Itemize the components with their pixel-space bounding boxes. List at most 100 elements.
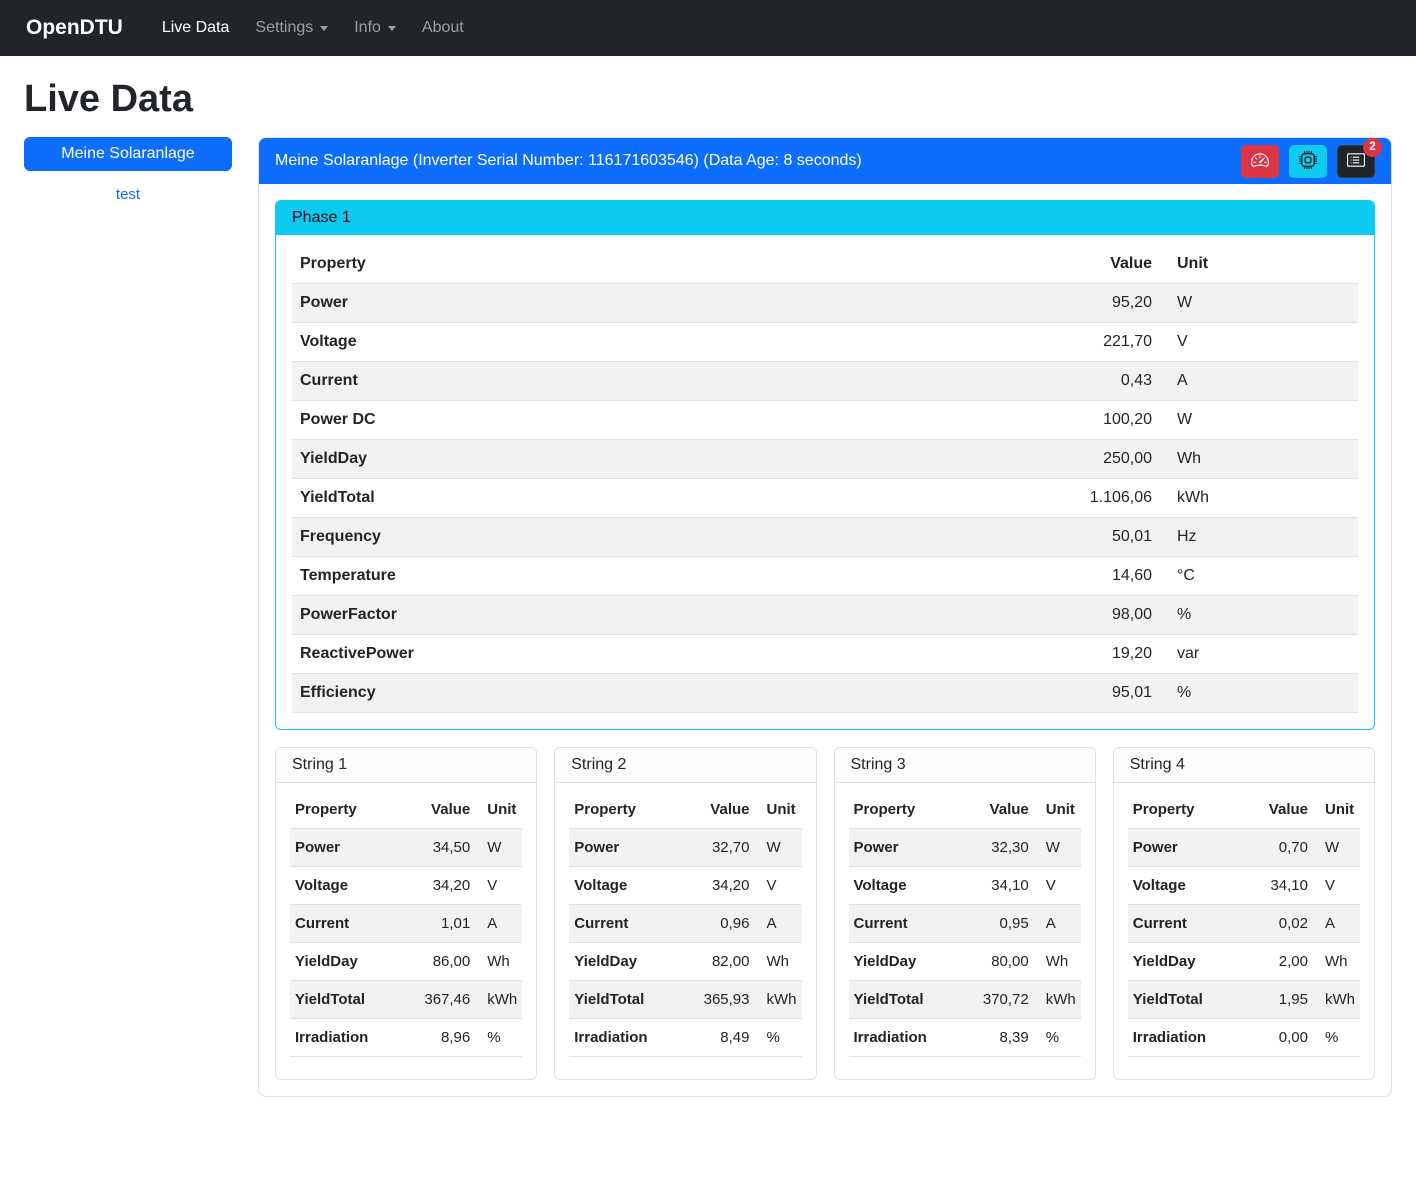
nav-item-label: About [422, 19, 464, 37]
inverter-actions: 2 [1241, 145, 1375, 178]
column-header-value: Value [1020, 245, 1160, 284]
value-cell: 100,20 [1020, 401, 1160, 440]
unit-cell: A [1313, 905, 1360, 943]
speedometer-icon [1251, 151, 1269, 172]
value-cell: 50,01 [1020, 518, 1160, 557]
table-row: Power34,50W [290, 829, 522, 867]
value-cell: 32,30 [972, 829, 1034, 867]
unit-cell: V [1313, 867, 1360, 905]
top-navbar: OpenDTU Live Data Settings Info About [0, 0, 1416, 56]
table-row: YieldDay2,00Wh [1128, 943, 1360, 981]
string-card-title: String 3 [835, 748, 1095, 783]
phase-table: Property Value Unit Power95,20WVoltage22… [292, 245, 1358, 713]
unit-cell: V [475, 867, 522, 905]
unit-cell: °C [1160, 557, 1358, 596]
limit-settings-button[interactable] [1241, 145, 1279, 178]
property-cell: YieldDay [292, 440, 1020, 479]
unit-cell: Hz [1160, 518, 1358, 557]
main-area: Meine Solaranlage (Inverter Serial Numbe… [258, 137, 1392, 1111]
string-card-title: String 2 [555, 748, 815, 783]
table-row: Current0,02A [1128, 905, 1360, 943]
unit-cell: W [1313, 829, 1360, 867]
unit-cell: Wh [1313, 943, 1360, 981]
event-count-badge: 2 [1363, 138, 1382, 157]
unit-cell: V [1160, 323, 1358, 362]
unit-cell: W [755, 829, 802, 867]
string-card-4: String 4 Property Value Unit [1113, 747, 1375, 1080]
value-cell: 365,93 [693, 981, 755, 1019]
table-row: YieldDay82,00Wh [569, 943, 801, 981]
value-cell: 8,39 [972, 1019, 1034, 1057]
nav-item-label: Live Data [162, 19, 230, 37]
value-cell: 250,00 [1020, 440, 1160, 479]
table-row: Irradiation8,49% [569, 1019, 801, 1057]
unit-cell: % [1160, 596, 1358, 635]
value-cell: 0,00 [1251, 1019, 1313, 1057]
inverter-panel-header: Meine Solaranlage (Inverter Serial Numbe… [259, 138, 1391, 184]
property-cell: Power [1128, 829, 1251, 867]
inverter-panel-body: Phase 1 Property Value Unit [259, 184, 1391, 1096]
table-header-row: Property Value Unit [849, 791, 1081, 829]
table-row: YieldTotal1.106,06kWh [292, 479, 1358, 518]
nav-item-label: Settings [255, 19, 313, 37]
unit-cell: kWh [755, 981, 802, 1019]
table-row: YieldTotal370,72kWh [849, 981, 1081, 1019]
inverter-button-meine-solaranlage[interactable]: Meine Solaranlage [24, 137, 232, 171]
table-row: Current0,95A [849, 905, 1081, 943]
property-cell: Power [569, 829, 692, 867]
unit-cell: A [755, 905, 802, 943]
value-cell: 2,00 [1251, 943, 1313, 981]
property-cell: Voltage [292, 323, 1020, 362]
property-cell: Efficiency [292, 674, 1020, 713]
property-cell: Current [569, 905, 692, 943]
property-cell: Irradiation [849, 1019, 972, 1057]
table-row: Power32,70W [569, 829, 801, 867]
nav-item-live-data[interactable]: Live Data [149, 11, 243, 45]
unit-cell: A [1160, 362, 1358, 401]
property-cell: Current [1128, 905, 1251, 943]
value-cell: 0,70 [1251, 829, 1313, 867]
nav-item-info[interactable]: Info [341, 11, 409, 45]
unit-cell: W [1160, 284, 1358, 323]
string-card-1: String 1 Property Value Unit [275, 747, 537, 1080]
table-row: Power DC100,20W [292, 401, 1358, 440]
column-header-unit: Unit [475, 791, 522, 829]
device-info-button[interactable] [1289, 145, 1327, 178]
string-card-3: String 3 Property Value Unit [834, 747, 1096, 1080]
value-cell: 80,00 [972, 943, 1034, 981]
table-row: Power32,30W [849, 829, 1081, 867]
value-cell: 1.106,06 [1020, 479, 1160, 518]
page-content: Live Data Meine Solaranlage test Meine S… [0, 56, 1416, 1111]
string-table: Property Value Unit Power32,70WVoltage34… [569, 791, 801, 1057]
table-row: Current1,01A [290, 905, 522, 943]
table-row: YieldTotal367,46kWh [290, 981, 522, 1019]
table-row: Efficiency95,01% [292, 674, 1358, 713]
value-cell: 82,00 [693, 943, 755, 981]
column-header-unit: Unit [1160, 245, 1358, 284]
nav-item-about[interactable]: About [409, 11, 477, 45]
value-cell: 0,96 [693, 905, 755, 943]
value-cell: 14,60 [1020, 557, 1160, 596]
property-cell: Voltage [569, 867, 692, 905]
value-cell: 221,70 [1020, 323, 1160, 362]
nav-item-settings[interactable]: Settings [242, 11, 341, 45]
app-brand[interactable]: OpenDTU [26, 16, 123, 40]
property-cell: YieldDay [1128, 943, 1251, 981]
column-header-value: Value [693, 791, 755, 829]
property-cell: Irradiation [290, 1019, 413, 1057]
inverter-link-test[interactable]: test [24, 186, 232, 203]
property-cell: Power [849, 829, 972, 867]
table-row: Voltage221,70V [292, 323, 1358, 362]
cpu-icon [1299, 151, 1317, 172]
property-cell: Temperature [292, 557, 1020, 596]
value-cell: 34,10 [972, 867, 1034, 905]
event-log-button[interactable]: 2 [1337, 145, 1375, 178]
unit-cell: Wh [755, 943, 802, 981]
table-row: Irradiation8,96% [290, 1019, 522, 1057]
property-cell: ReactivePower [292, 635, 1020, 674]
column-header-value: Value [413, 791, 475, 829]
table-row: Voltage34,10V [849, 867, 1081, 905]
value-cell: 8,96 [413, 1019, 475, 1057]
property-cell: YieldDay [569, 943, 692, 981]
unit-cell: W [475, 829, 522, 867]
